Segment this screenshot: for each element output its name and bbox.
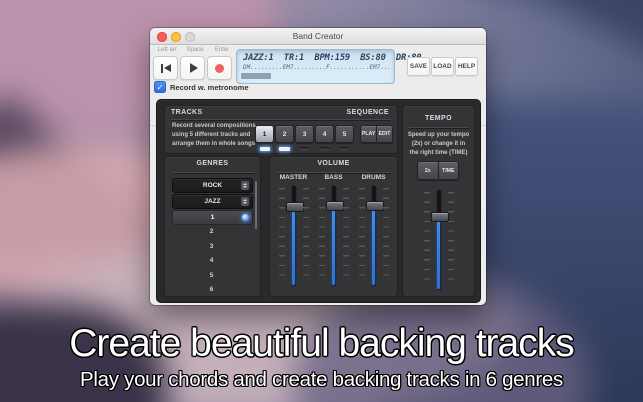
- key-hint-enter: Enter: [214, 47, 230, 53]
- stepper-icon[interactable]: [241, 197, 249, 206]
- record-button[interactable]: [207, 56, 232, 80]
- volume-title: VOLUME: [317, 160, 350, 167]
- tempo-buttons: 2x TIME: [417, 161, 459, 180]
- slider-handle[interactable]: [325, 201, 344, 211]
- slider-handle[interactable]: [365, 201, 384, 211]
- key-hint-space: Space: [186, 47, 204, 53]
- track-selector: 1 2 3 4 5: [255, 125, 354, 151]
- lcd-status-line: JAZZ:1 TR:1 BPM:159 BS:80 DR:80: [243, 53, 422, 63]
- track-led-2: [279, 146, 290, 151]
- volume-panel: VOLUME MASTER BASS DRUMS: [269, 156, 398, 297]
- master-volume-slider[interactable]: [277, 186, 311, 286]
- track-button-4[interactable]: 4: [315, 125, 334, 143]
- save-button[interactable]: SAVE: [407, 57, 430, 76]
- record-icon: [215, 63, 224, 73]
- track-button-2[interactable]: 2: [275, 125, 294, 143]
- app-window: Band Creator Left arr. Space Enter JAZZ:…: [150, 28, 486, 305]
- track-buttons: 1 2 3 4 5: [255, 125, 354, 143]
- sequence-edit-button[interactable]: EDIT: [376, 125, 393, 143]
- skip-to-start-icon: [160, 63, 171, 73]
- genre-selector-jazz[interactable]: JAZZ: [172, 194, 253, 209]
- play-icon: [189, 63, 198, 73]
- metronome-checkbox-row: ✓ Record w. metronome: [154, 81, 249, 93]
- tracks-divider: [171, 119, 391, 120]
- genre-selector-rock[interactable]: ROCK: [172, 178, 253, 193]
- tempo-2x-button[interactable]: 2x: [417, 161, 438, 180]
- variation-item[interactable]: 4: [172, 254, 251, 269]
- play-button[interactable]: [180, 56, 205, 80]
- lcd-display: JAZZ:1 TR:1 BPM:159 BS:80 DR:80 DM......…: [236, 49, 422, 84]
- variation-item[interactable]: 3: [172, 240, 251, 255]
- track-leds: [255, 146, 354, 151]
- master-slider-column: MASTER: [275, 174, 312, 286]
- variation-item-selected[interactable]: 1: [172, 210, 253, 225]
- sequence-play-button[interactable]: PLAY: [360, 125, 376, 143]
- variation-list: 2 3 4 5 6: [172, 225, 251, 294]
- sequence-title: SEQUENCE: [346, 109, 389, 116]
- bass-label: BASS: [324, 174, 343, 181]
- track-led-5: [338, 146, 350, 151]
- screenshot-root: Band Creator Left arr. Space Enter JAZZ:…: [0, 0, 643, 402]
- genres-divider: [171, 172, 254, 173]
- drums-label: DRUMS: [361, 174, 386, 181]
- help-button[interactable]: HELP: [455, 57, 478, 76]
- variation-item[interactable]: 6: [172, 283, 251, 294]
- tempo-panel: TEMPO Speed up your tempo (2x) or change…: [402, 105, 475, 297]
- instrument-rack: TRACKS SEQUENCE Record several compositi…: [156, 99, 481, 303]
- drums-slider-column: DRUMS: [355, 174, 392, 286]
- variation-item[interactable]: 2: [172, 225, 251, 240]
- tempo-description: Speed up your tempo (2x) or change it in…: [407, 132, 470, 156]
- selected-radio-icon: [242, 214, 249, 221]
- tracks-title: TRACKS: [171, 109, 203, 116]
- track-button-3[interactable]: 3: [295, 125, 314, 143]
- master-label: MASTER: [279, 174, 308, 181]
- load-button[interactable]: LOAD: [431, 57, 454, 76]
- tempo-time-button[interactable]: TIME: [437, 161, 459, 180]
- window-titlebar[interactable]: Band Creator: [150, 28, 486, 45]
- volume-divider: [276, 172, 391, 173]
- tempo-title: TEMPO: [425, 115, 452, 122]
- lcd-progress-bar: [241, 73, 271, 79]
- key-hint-left-arrow: Left arr.: [157, 47, 179, 53]
- tracks-panel: TRACKS SEQUENCE Record several compositi…: [164, 105, 398, 154]
- headline: Create beautiful backing tracks: [69, 322, 574, 365]
- subheadline: Play your chords and create backing trac…: [80, 368, 563, 391]
- track-led-1: [259, 146, 271, 151]
- track-button-1[interactable]: 1: [255, 125, 274, 143]
- metronome-checkbox[interactable]: ✓: [154, 81, 166, 93]
- skip-to-start-button[interactable]: [153, 56, 178, 80]
- genres-title: GENRES: [196, 160, 229, 167]
- bass-volume-slider[interactable]: [317, 186, 351, 286]
- metronome-checkbox-label: Record w. metronome: [170, 82, 249, 92]
- stepper-icon[interactable]: [241, 181, 249, 190]
- slider-handle[interactable]: [285, 202, 304, 212]
- tempo-divider: [409, 127, 468, 128]
- track-led-3: [299, 146, 310, 151]
- track-button-5[interactable]: 5: [335, 125, 354, 143]
- track-led-4: [319, 146, 330, 151]
- slider-handle[interactable]: [430, 212, 449, 222]
- genres-scrollbar[interactable]: [255, 181, 257, 229]
- tracks-description: Record several compositions using 5 diff…: [172, 123, 256, 147]
- marketing-caption: Create beautiful backing tracks Play you…: [0, 322, 643, 392]
- bass-slider-column: BASS: [315, 174, 352, 286]
- volume-sliders: MASTER BASS DRUMS: [275, 174, 392, 286]
- window-title: Band Creator: [292, 31, 344, 41]
- drums-volume-slider[interactable]: [357, 186, 391, 286]
- tempo-slider[interactable]: [422, 190, 456, 290]
- lcd-chord-line: DM.........EM7.........F...........EM7..…: [243, 64, 390, 71]
- variation-item[interactable]: 5: [172, 269, 251, 284]
- sequence-buttons: PLAY EDIT: [360, 125, 393, 143]
- genres-panel: GENRES ROCK JAZZ 1 2 3 4 5 6: [164, 156, 261, 297]
